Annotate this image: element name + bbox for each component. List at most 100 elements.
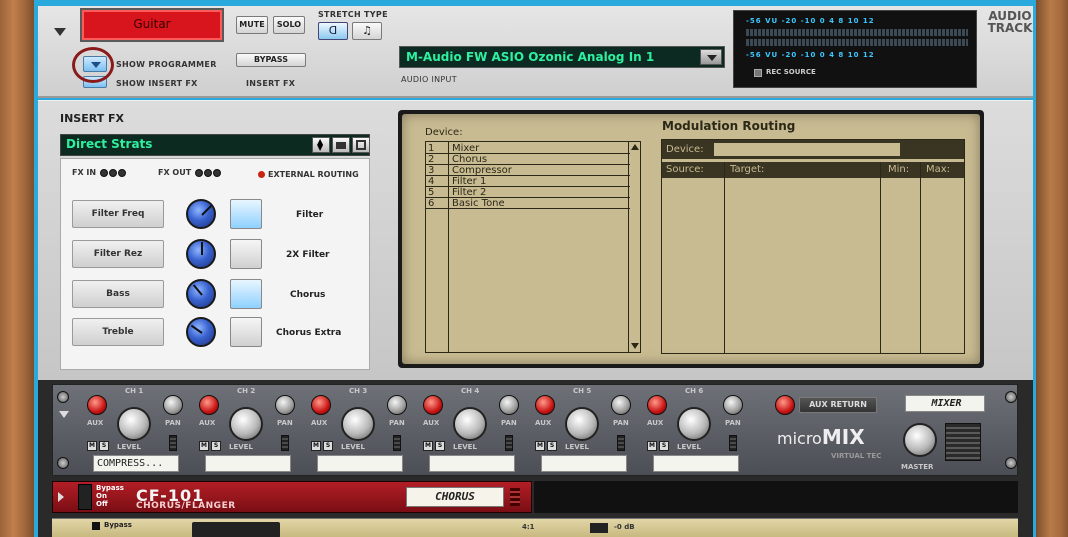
- mute-button[interactable]: M: [647, 441, 657, 451]
- pan-small-knob[interactable]: [387, 395, 407, 415]
- pan-small-knob[interactable]: [499, 395, 519, 415]
- scroll-down-icon[interactable]: [631, 343, 639, 349]
- dropdown-arrow-icon[interactable]: [700, 49, 722, 65]
- patch-select-arrows-icon[interactable]: ▲ ▼: [312, 137, 330, 153]
- rack-screw-icon: [57, 391, 69, 403]
- cf101-bypass-switch[interactable]: Bypass On Off: [78, 484, 126, 510]
- cf101-name-tape[interactable]: CHORUS: [406, 487, 504, 507]
- list-item[interactable]: 1 Mixer: [426, 144, 630, 154]
- filter-freq-knob[interactable]: [186, 199, 216, 229]
- chorus-button[interactable]: [230, 279, 262, 309]
- list-item[interactable]: 5 Filter 2: [426, 188, 630, 198]
- mixer-channel: CH 4 AUX PAN M S LEVEL: [417, 385, 529, 477]
- channel-name-tape[interactable]: COMPRESS...: [93, 455, 179, 472]
- stretch-type-option-2[interactable]: ♫: [352, 22, 382, 40]
- pan-small-knob[interactable]: [723, 395, 743, 415]
- aux-send-knob[interactable]: [87, 395, 107, 415]
- mute-button[interactable]: M: [311, 441, 321, 451]
- channel-name-tape[interactable]: [541, 455, 627, 472]
- mod-table-header: Source: Target: Min: Max:: [662, 162, 964, 178]
- master-level-knob[interactable]: [903, 423, 937, 457]
- bass-label: Bass: [72, 280, 164, 308]
- list-item[interactable]: 6 Basic Tone: [426, 199, 630, 209]
- patch-save-icon[interactable]: [352, 137, 370, 153]
- aux-send-knob[interactable]: [423, 395, 443, 415]
- aux-return-knob[interactable]: [775, 395, 795, 415]
- list-item[interactable]: 4 Filter 1: [426, 177, 630, 187]
- mixer-name-tape[interactable]: MIXER: [905, 395, 985, 412]
- channel-name-tape[interactable]: [317, 455, 403, 472]
- mute-button[interactable]: M: [87, 441, 97, 451]
- list-item[interactable]: 2 Chorus: [426, 155, 630, 165]
- solo-button[interactable]: S: [99, 441, 109, 451]
- level-knob[interactable]: [117, 407, 151, 441]
- pan-label: PAN: [389, 419, 405, 427]
- channel-name-tape[interactable]: [429, 455, 515, 472]
- pan-small-knob[interactable]: [163, 395, 183, 415]
- audio-input-select[interactable]: M-Audio FW ASIO Ozonic Analog In 1: [399, 46, 725, 68]
- treble-knob[interactable]: [186, 317, 216, 347]
- solo-button[interactable]: S: [659, 441, 669, 451]
- filter-rez-knob[interactable]: [186, 239, 216, 269]
- led-icon: [203, 168, 212, 177]
- pan-small-knob[interactable]: [275, 395, 295, 415]
- channel-name-tape[interactable]: [653, 455, 739, 472]
- fold-triangle-icon[interactable]: [54, 28, 66, 36]
- solo-button[interactable]: SOLO: [273, 16, 305, 34]
- channel-meter: [169, 435, 177, 451]
- fx-out-indicator: FX OUT: [158, 168, 221, 177]
- scroll-up-icon[interactable]: [631, 144, 639, 150]
- bypass-switch[interactable]: [92, 522, 100, 530]
- aux-send-knob[interactable]: [311, 395, 331, 415]
- aux-send-knob[interactable]: [199, 395, 219, 415]
- modulation-routing-title: Modulation Routing: [662, 119, 796, 133]
- stretch-type-label: STRETCH TYPE: [318, 10, 388, 19]
- solo-button[interactable]: S: [323, 441, 333, 451]
- filter-button[interactable]: [230, 199, 262, 229]
- led-icon: [212, 168, 221, 177]
- mute-button[interactable]: MUTE: [236, 16, 268, 34]
- rec-source-checkbox[interactable]: [754, 69, 762, 77]
- rack-screw-icon: [1005, 457, 1017, 469]
- expand-arrow-icon[interactable]: [58, 492, 64, 502]
- patch-browse-folder-icon[interactable]: [332, 137, 350, 153]
- stretch-type-option-1[interactable]: ᗡ: [318, 22, 348, 40]
- patch-name: Direct Strats: [66, 137, 153, 151]
- channel-name-tape[interactable]: [205, 455, 291, 472]
- mute-button[interactable]: M: [535, 441, 545, 451]
- off-label: Off: [96, 500, 108, 508]
- col-source: Source:: [666, 164, 704, 175]
- level-knob[interactable]: [453, 407, 487, 441]
- bypass-button[interactable]: BYPASS: [236, 53, 306, 67]
- level-knob[interactable]: [565, 407, 599, 441]
- knob-pointer: [192, 284, 203, 296]
- highlight-circle: [72, 47, 114, 83]
- pan-small-knob[interactable]: [611, 395, 631, 415]
- bass-knob[interactable]: [186, 279, 216, 309]
- aux-send-knob[interactable]: [647, 395, 667, 415]
- title-line-2: TRACK: [987, 21, 1033, 35]
- mod-device-field[interactable]: [714, 143, 900, 156]
- solo-button[interactable]: S: [435, 441, 445, 451]
- channel-meter: [281, 435, 289, 451]
- solo-button[interactable]: S: [211, 441, 221, 451]
- level-knob[interactable]: [341, 407, 375, 441]
- device-list[interactable]: 1 Mixer 2 Chorus 3 Compressor 4 Filter 1 5 Fi…: [425, 141, 641, 353]
- aux-send-knob[interactable]: [535, 395, 555, 415]
- level-knob[interactable]: [229, 407, 263, 441]
- device-list-scrollbar[interactable]: [628, 142, 640, 352]
- fx-out-label: FX OUT: [158, 168, 192, 177]
- track-name-display[interactable]: Guitar: [80, 8, 224, 42]
- chorus-extra-button[interactable]: [230, 317, 262, 347]
- mute-button[interactable]: M: [199, 441, 209, 451]
- solo-button[interactable]: S: [547, 441, 557, 451]
- level-knob[interactable]: [677, 407, 711, 441]
- mute-button[interactable]: M: [423, 441, 433, 451]
- channel-label: CH 4: [461, 387, 480, 395]
- mclass-switch[interactable]: [590, 523, 608, 533]
- 2x-filter-button[interactable]: [230, 239, 262, 269]
- list-item[interactable]: 3 Compressor: [426, 166, 630, 176]
- knob-pointer: [201, 242, 203, 255]
- fold-triangle-icon[interactable]: [59, 411, 69, 418]
- audio-input-value: M-Audio FW ASIO Ozonic Analog In 1: [406, 50, 655, 64]
